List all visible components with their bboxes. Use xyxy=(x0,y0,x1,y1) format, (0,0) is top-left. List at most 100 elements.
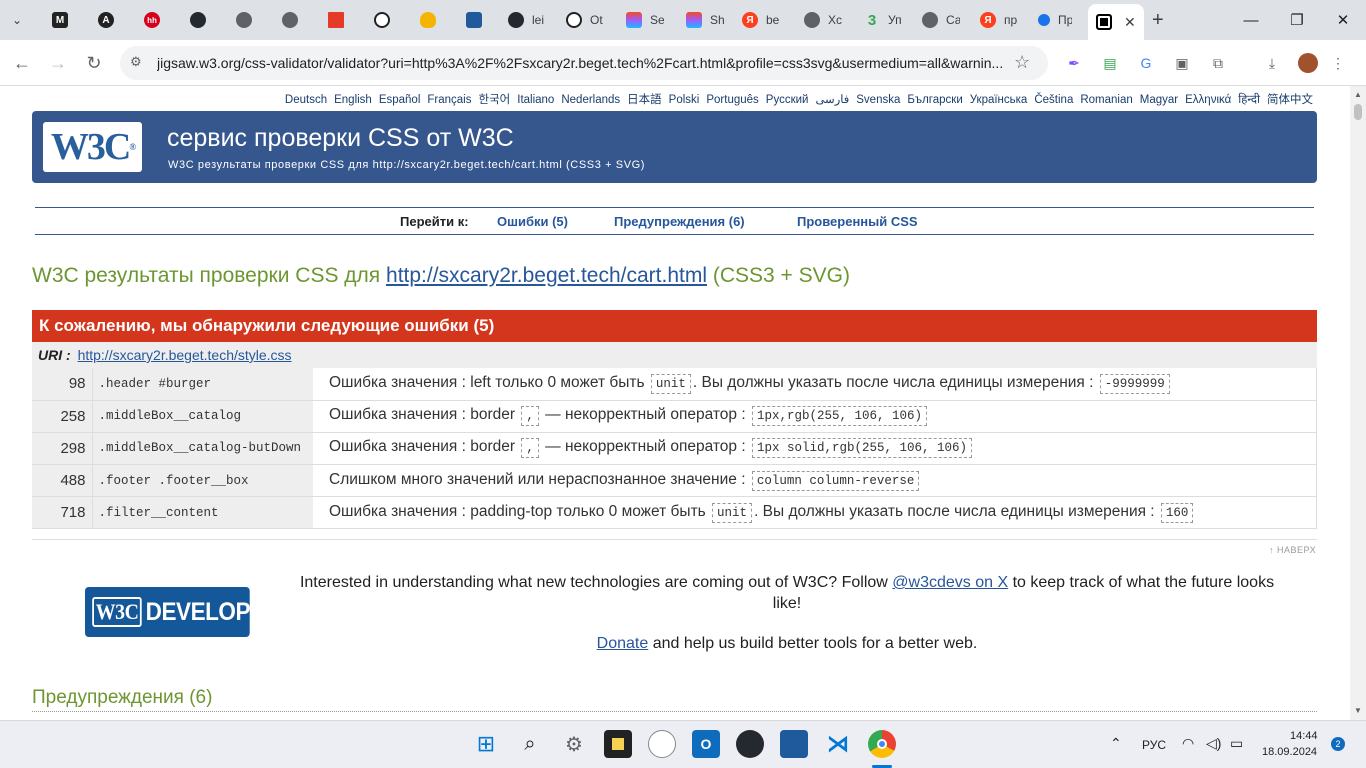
outlook-icon[interactable]: O xyxy=(692,730,720,758)
w3cdevs-link[interactable]: @w3cdevs on X xyxy=(892,574,1008,591)
chrome-icon[interactable] xyxy=(868,730,896,758)
checked-page-link[interactable]: http://sxcary2r.beget.tech/cart.html xyxy=(386,264,707,287)
tab-label: Са xyxy=(946,13,960,27)
forward-button[interactable]: → xyxy=(44,49,72,77)
tab[interactable] xyxy=(466,6,482,34)
scroll-down-icon[interactable]: ▼ xyxy=(1354,706,1362,715)
tab-active[interactable]: ✕ xyxy=(1088,4,1144,40)
jump-validated-css-link[interactable]: Проверенный CSS xyxy=(797,214,918,229)
tab[interactable]: Япр xyxy=(980,6,1018,34)
tab[interactable]: Se xyxy=(626,6,664,34)
picture-in-picture-icon[interactable]: ▣ xyxy=(1172,53,1192,73)
language-link[interactable]: Русский xyxy=(766,94,809,106)
language-link[interactable]: Polski xyxy=(669,94,700,106)
tab[interactable] xyxy=(374,6,390,34)
language-link[interactable]: English xyxy=(334,94,372,106)
stylesheet-link[interactable]: http://sxcary2r.beget.tech/style.css xyxy=(78,347,292,363)
language-link[interactable]: Nederlands xyxy=(561,94,620,106)
tab[interactable] xyxy=(282,6,298,34)
maximize-button[interactable]: ❐ xyxy=(1274,6,1320,34)
language-link[interactable]: Български xyxy=(907,94,962,106)
language-link[interactable]: Français xyxy=(427,94,471,106)
language-link[interactable]: Italiano xyxy=(517,94,554,106)
scrollbar-thumb[interactable] xyxy=(1354,104,1362,120)
language-link[interactable]: Romanian xyxy=(1080,94,1132,106)
scrollbar[interactable]: ▲ ▼ xyxy=(1350,86,1366,720)
app-icon[interactable] xyxy=(648,730,676,758)
avatar[interactable] xyxy=(1298,53,1318,73)
openai-icon xyxy=(566,12,582,28)
language-link[interactable]: Deutsch xyxy=(285,94,327,106)
battery-icon[interactable]: ▭ xyxy=(1230,735,1243,752)
back-to-top-link[interactable]: ↑ НАВЕРХ xyxy=(1269,545,1316,555)
language-indicator[interactable]: РУС xyxy=(1142,738,1166,752)
language-link[interactable]: Magyar xyxy=(1140,94,1178,106)
visual-studio-icon[interactable] xyxy=(780,730,808,758)
tab[interactable] xyxy=(420,6,436,34)
tab[interactable]: M xyxy=(52,6,68,34)
bookmark-star-icon[interactable]: ☆ xyxy=(1014,52,1030,73)
tab[interactable]: Xc xyxy=(804,6,842,34)
extensions-icon[interactable]: ⧉ xyxy=(1208,53,1228,73)
close-tab-icon[interactable]: ✕ xyxy=(1124,14,1136,31)
close-window-button[interactable]: ✕ xyxy=(1320,6,1366,34)
tab-list-button[interactable]: ⌄ xyxy=(12,6,22,34)
developers-text-before: Interested in understanding what new tec… xyxy=(299,574,893,591)
url-text[interactable]: jigsaw.w3.org/css-validator/validator?ur… xyxy=(157,55,1007,71)
vscode-icon[interactable]: ⋊ xyxy=(824,730,852,758)
donate-link[interactable]: Donate xyxy=(597,635,649,652)
translate-extension-icon[interactable]: G xyxy=(1136,53,1156,73)
tab[interactable] xyxy=(190,6,206,34)
language-link[interactable]: فارسی xyxy=(815,94,849,106)
tab[interactable] xyxy=(328,6,344,34)
language-link[interactable]: हिन्दी xyxy=(1238,94,1260,106)
openai-icon xyxy=(374,12,390,28)
minimize-button[interactable]: — xyxy=(1228,6,1274,34)
language-link[interactable]: 简体中文 xyxy=(1267,94,1313,106)
site-info-icon[interactable]: ⚙ xyxy=(130,54,142,70)
clock-time[interactable]: 14:44 xyxy=(1290,730,1318,742)
sheet-extension-icon[interactable]: ▤ xyxy=(1100,53,1120,73)
search-icon[interactable]: ⌕ xyxy=(516,730,544,758)
address-bar[interactable]: ⚙ jigsaw.w3.org/css-validator/validator?… xyxy=(120,46,1048,80)
clock-date[interactable]: 18.09.2024 xyxy=(1262,746,1317,758)
tab[interactable]: Са xyxy=(922,6,960,34)
tab[interactable]: hh xyxy=(144,6,160,34)
language-link[interactable]: 한국어 xyxy=(479,94,511,106)
tab[interactable]: Яbe xyxy=(742,6,780,34)
wifi-icon[interactable]: ◠ xyxy=(1182,735,1194,752)
chevron-up-icon[interactable]: ⌃ xyxy=(1110,735,1122,752)
message-text: Ошибка значения : border xyxy=(329,406,520,424)
notification-badge[interactable]: 2 xyxy=(1331,737,1345,751)
tab[interactable]: Sh xyxy=(686,6,724,34)
tab[interactable]: A xyxy=(98,6,114,34)
feather-extension-icon[interactable]: ✒ xyxy=(1064,53,1084,73)
language-link[interactable]: Ελληνικά xyxy=(1185,94,1231,106)
language-link[interactable]: Svenska xyxy=(856,94,900,106)
w3c-logo[interactable]: W3C ® xyxy=(43,122,142,172)
w3c-developers-logo[interactable]: W3C DEVELOPERS xyxy=(85,587,295,637)
language-link[interactable]: Español xyxy=(379,94,421,106)
tab[interactable]: lei xyxy=(508,6,546,34)
download-icon[interactable]: ⤓ xyxy=(1262,53,1282,73)
language-link[interactable]: 日本語 xyxy=(627,94,662,106)
reload-button[interactable]: ↻ xyxy=(80,49,108,77)
start-icon[interactable]: ⊞ xyxy=(472,730,500,758)
tab[interactable]: 3 Уп xyxy=(864,6,902,34)
language-link[interactable]: Čeština xyxy=(1034,94,1073,106)
github-desktop-icon[interactable] xyxy=(736,730,764,758)
language-link[interactable]: Português xyxy=(706,94,758,106)
new-tab-button[interactable]: + xyxy=(1152,6,1164,34)
language-link[interactable]: Українська xyxy=(970,94,1028,106)
jump-warnings-link[interactable]: Предупреждения (6) xyxy=(614,214,745,229)
settings-icon[interactable]: ⚙ xyxy=(560,730,588,758)
sticky-notes-icon[interactable] xyxy=(604,730,632,758)
scroll-up-icon[interactable]: ▲ xyxy=(1354,90,1362,99)
menu-icon[interactable]: ⋮ xyxy=(1328,53,1348,73)
tab[interactable]: Ot xyxy=(566,6,604,34)
jump-errors-link[interactable]: Ошибки (5) xyxy=(497,214,568,229)
tab[interactable]: Пр xyxy=(1038,6,1072,34)
back-button[interactable]: ← xyxy=(8,49,36,77)
tab[interactable] xyxy=(236,6,252,34)
volume-icon[interactable]: ◁) xyxy=(1206,735,1221,752)
